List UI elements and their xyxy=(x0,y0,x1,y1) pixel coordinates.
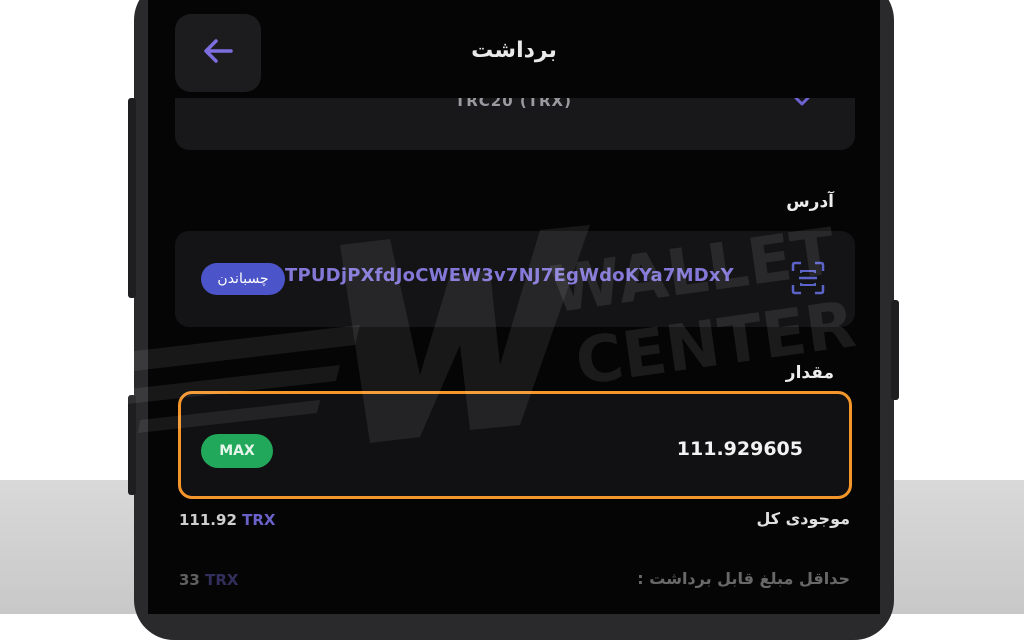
min-withdraw-unit: TRX xyxy=(205,571,239,589)
min-withdraw-amount: 33 TRX xyxy=(179,571,238,589)
phone-side-button-left xyxy=(128,98,136,298)
address-value: TPUDjPXfdJoCWEW3v7NJ7EgWdoKYa7MDxY xyxy=(285,265,734,286)
header: برداشت xyxy=(148,0,880,100)
phone-side-button-right xyxy=(891,300,899,400)
phone-side-button-left-lower xyxy=(128,395,136,495)
min-withdraw-value: 33 xyxy=(179,571,200,589)
page-title: برداشت xyxy=(471,38,557,63)
min-withdraw-label: حداقل مبلغ قابل برداشت : xyxy=(637,569,850,588)
min-withdraw-row: 33 TRX حداقل مبلغ قابل برداشت : xyxy=(148,568,880,596)
address-label: آدرس xyxy=(786,192,834,212)
balance-unit: TRX xyxy=(242,511,276,529)
chevron-down-icon xyxy=(791,98,813,116)
balance-row: 111.92 TRX موجودی کل xyxy=(148,508,880,536)
app-screen: TRC20 (TRX) برداشت آدرس چسباندن TPUDjPXf… xyxy=(148,0,880,614)
balance-amount: 111.92 TRX xyxy=(179,511,275,529)
amount-label: مقدار xyxy=(785,363,834,383)
amount-value: 111.929605 xyxy=(676,438,803,460)
paste-button[interactable]: چسباندن xyxy=(201,263,285,295)
balance-label: موجودی کل xyxy=(756,509,850,528)
address-field[interactable]: چسباندن TPUDjPXfdJoCWEW3v7NJ7EgWdoKYa7MD… xyxy=(175,231,855,327)
max-button[interactable]: MAX xyxy=(201,434,273,468)
network-selector[interactable]: TRC20 (TRX) xyxy=(175,98,855,150)
amount-field[interactable]: MAX 111.929605 xyxy=(178,391,852,499)
qr-scan-icon[interactable] xyxy=(791,261,825,299)
balance-value: 111.92 xyxy=(179,511,237,529)
